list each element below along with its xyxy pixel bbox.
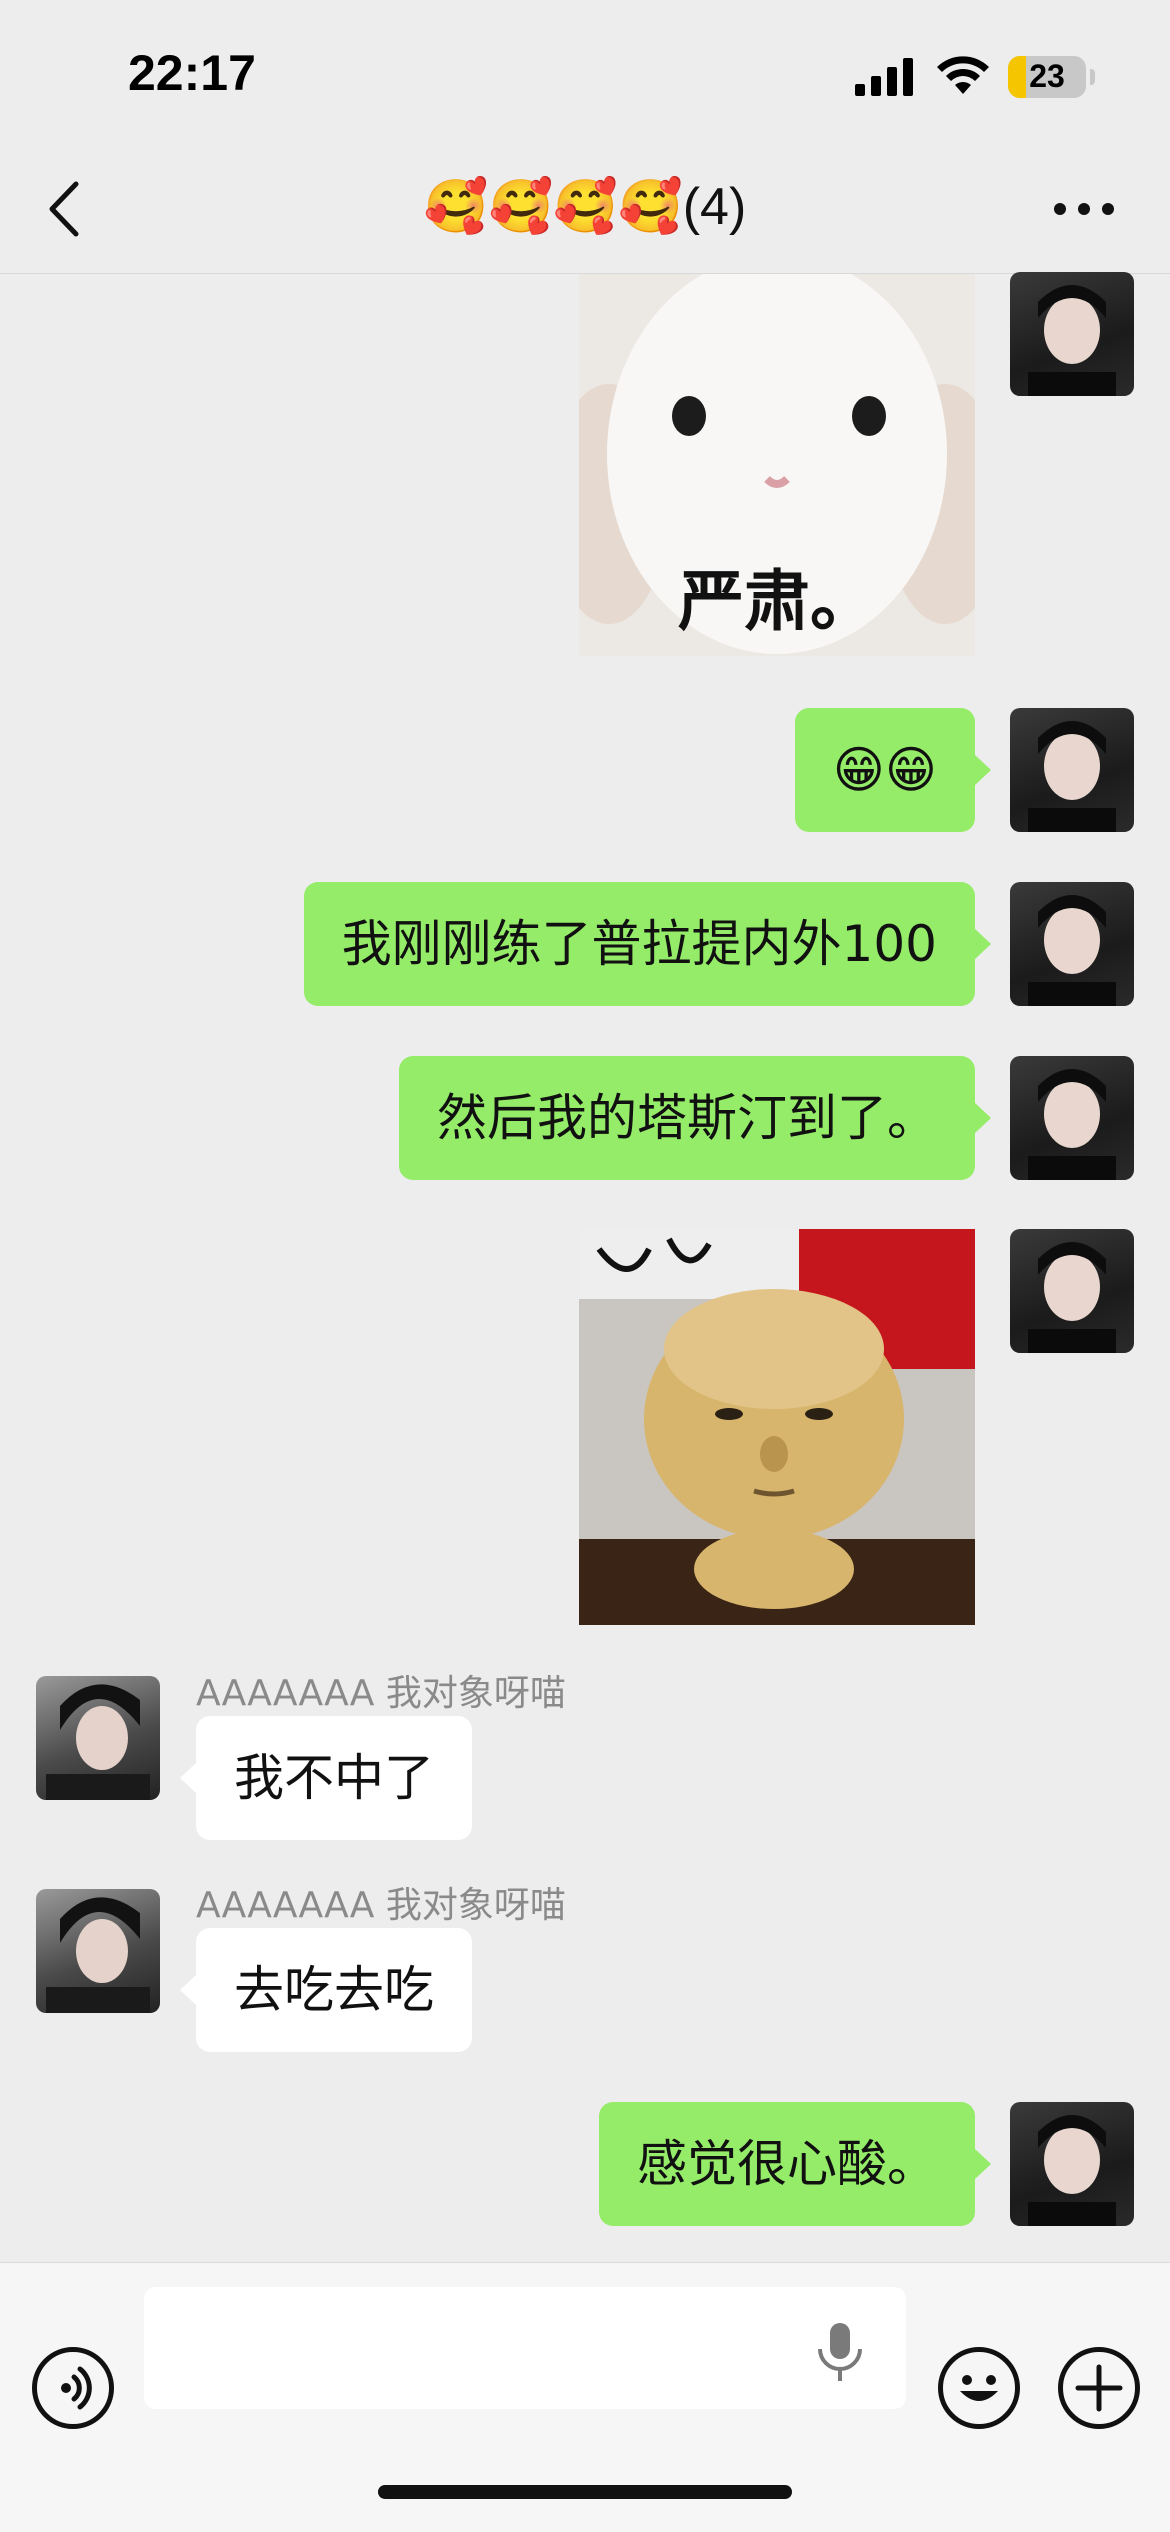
contact-avatar[interactable] xyxy=(36,1676,160,1800)
my-avatar[interactable] xyxy=(1010,882,1134,1006)
my-avatar[interactable] xyxy=(1010,272,1134,396)
more-dots-icon[interactable] xyxy=(1052,194,1116,224)
contact-message-bubble[interactable]: 我不中了 xyxy=(180,1716,472,1840)
bread-figure-sticker[interactable] xyxy=(579,1229,975,1625)
my-message-bubble[interactable]: 然后我的塔斯汀到了。 xyxy=(399,1056,991,1180)
mic-icon[interactable] xyxy=(814,2321,866,2383)
my-message-bubble[interactable]: 我刚刚练了普拉提内外100 xyxy=(303,882,992,1006)
bunny-sticker[interactable]: 严肃。 xyxy=(579,274,975,656)
sender-name: AAAAAAA 我对象呀喵 xyxy=(196,1673,566,1714)
home-indicator[interactable] xyxy=(378,2485,792,2499)
message-input[interactable] xyxy=(144,2287,906,2409)
my-avatar[interactable] xyxy=(1010,2102,1134,2226)
cellular-signal-icon xyxy=(855,58,913,96)
plus-icon[interactable] xyxy=(1058,2347,1140,2429)
my-avatar[interactable] xyxy=(1010,1056,1134,1180)
sender-name: AAAAAAA 我对象呀喵 xyxy=(196,1885,566,1926)
status-bar: 22:17 23 xyxy=(0,0,1170,150)
battery-icon: 23 xyxy=(1008,56,1086,98)
battery-nub xyxy=(1090,69,1095,85)
sticker-caption: 严肃。 xyxy=(678,563,876,640)
bread-figure-image xyxy=(579,1229,975,1625)
chat-title: 🥰🥰🥰🥰(4) xyxy=(423,178,747,236)
emoji-icon[interactable] xyxy=(938,2347,1020,2429)
chat-header: 🥰🥰🥰🥰(4) xyxy=(0,150,1170,274)
contact-message-bubble[interactable]: 去吃去吃 xyxy=(180,1928,472,2052)
my-avatar[interactable] xyxy=(1010,708,1134,832)
contact-avatar[interactable] xyxy=(36,1889,160,2013)
my-avatar[interactable] xyxy=(1010,1229,1134,1353)
voice-icon[interactable] xyxy=(32,2347,114,2429)
my-message-bubble[interactable]: 感觉很心酸。 xyxy=(599,2102,991,2226)
status-time: 22:17 xyxy=(128,45,256,101)
battery-level: 23 xyxy=(1029,58,1065,94)
my-message-bubble[interactable]: 😁😁 xyxy=(794,708,992,832)
wifi-icon xyxy=(937,56,989,94)
